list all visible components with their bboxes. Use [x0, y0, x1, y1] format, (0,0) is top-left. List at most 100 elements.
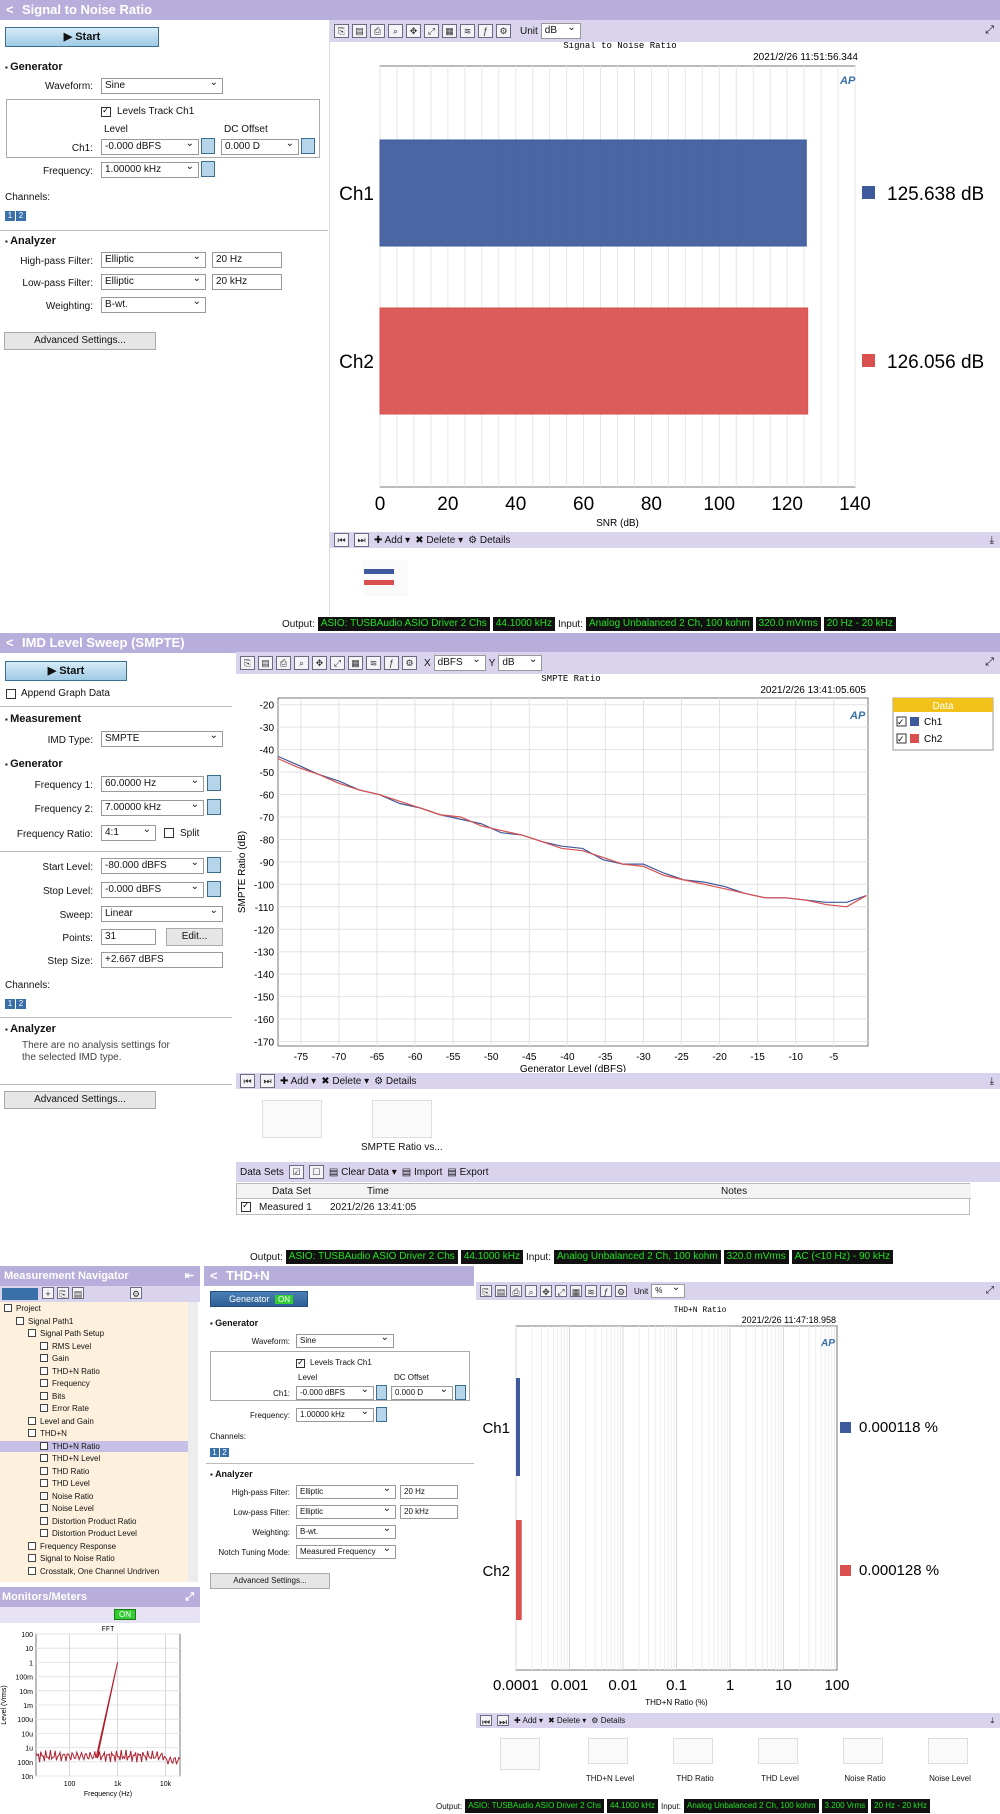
output-rate[interactable]: 44.1000 kHz: [607, 1799, 658, 1813]
nav-item[interactable]: Noise Level: [0, 1503, 188, 1514]
nav-item-checkbox[interactable]: [40, 1404, 48, 1412]
thdn-notch-select[interactable]: Measured Frequency: [296, 1543, 396, 1559]
fit-icon[interactable]: ⤢: [330, 656, 345, 670]
back-icon[interactable]: <: [6, 0, 14, 20]
imd-start-button[interactable]: ▶ Start: [5, 661, 127, 681]
zoom-icon[interactable]: ⌕: [294, 656, 309, 670]
gear-icon[interactable]: ⚙: [402, 656, 417, 670]
nav-item-checkbox[interactable]: [16, 1316, 24, 1325]
thdn-delete-button[interactable]: ✖ Delete ▾: [548, 1716, 586, 1725]
zoom-icon[interactable]: ⌕: [525, 1285, 537, 1297]
input-bandwidth[interactable]: AC (<10 Hz) - 90 kHz: [791, 1250, 894, 1264]
first-icon[interactable]: ⏮: [334, 533, 349, 547]
imd-edit-button[interactable]: Edit...: [166, 928, 223, 946]
back-icon[interactable]: <: [210, 1266, 218, 1286]
fit-icon[interactable]: ⤢: [424, 24, 439, 38]
snr-lp-value[interactable]: 20 kHz: [212, 274, 282, 290]
monitors-on-toggle[interactable]: ON: [114, 1609, 136, 1620]
thdn-lp-value[interactable]: 20 kHz: [400, 1505, 458, 1519]
input-device[interactable]: Analog Unbalanced 2 Ch, 100 kohm: [554, 1250, 721, 1264]
thdn-waveform-select[interactable]: Sine: [296, 1332, 394, 1348]
thdn-generator-toggle[interactable]: Generator ON: [210, 1291, 308, 1307]
dock-icon[interactable]: ⤓: [990, 1716, 994, 1726]
nav-item[interactable]: Signal to Noise Ratio: [0, 1553, 188, 1564]
nav-item-checkbox[interactable]: [40, 1454, 48, 1462]
nav-item-checkbox[interactable]: [40, 1479, 48, 1487]
output-device[interactable]: ASIO: TUSBAudio ASIO Driver 2 Chs: [465, 1799, 605, 1813]
imd-f1-spinner[interactable]: [207, 775, 221, 791]
nav-item-checkbox[interactable]: [28, 1329, 36, 1337]
expand-icon[interactable]: ⤢: [985, 656, 994, 669]
nav-item-checkbox[interactable]: [28, 1554, 36, 1562]
snr-lp-select[interactable]: Elliptic: [101, 272, 206, 290]
imd-y-unit-select[interactable]: dB: [498, 653, 543, 671]
nav-item-checkbox[interactable]: [40, 1516, 48, 1525]
imd-graph-thumbnail[interactable]: [372, 1100, 432, 1138]
copy-icon[interactable]: ⎘: [240, 656, 255, 670]
pan-icon[interactable]: ✥: [312, 656, 327, 670]
input-range[interactable]: 3.200 Vrms: [821, 1799, 869, 1813]
nav-item[interactable]: Noise Ratio: [0, 1491, 188, 1502]
function-icon[interactable]: ƒ: [478, 24, 493, 38]
copy-icon[interactable]: ⎘: [480, 1285, 492, 1297]
thdn-frequency-spinner[interactable]: [376, 1407, 387, 1422]
imd-channel-1-button[interactable]: 1: [5, 999, 15, 1009]
imd-start-level-spinner[interactable]: [207, 857, 221, 873]
snr-channel-1-button[interactable]: 1: [5, 211, 15, 221]
snr-ch1-level-spinner[interactable]: [201, 138, 215, 154]
dock-icon[interactable]: ⤓: [990, 535, 994, 546]
nav-item-checkbox[interactable]: [28, 1429, 36, 1437]
zoom-icon[interactable]: ⌕: [388, 24, 403, 38]
thdn-thumbnail[interactable]: [673, 1738, 713, 1764]
output-rate[interactable]: 44.1000 kHz: [460, 1250, 523, 1264]
nav-item[interactable]: RMS Level: [0, 1341, 188, 1352]
nav-item[interactable]: Distortion Product Level: [0, 1528, 188, 1539]
snr-dc-offset-select[interactable]: 0.000 D: [221, 137, 299, 155]
table-icon[interactable]: ▦: [570, 1285, 582, 1297]
input-range[interactable]: 320.0 mVrms: [755, 617, 821, 631]
imd-f2-select[interactable]: 7.00000 kHz: [101, 798, 204, 816]
imd-channel-2-button[interactable]: 2: [16, 999, 26, 1009]
input-device[interactable]: Analog Unbalanced 2 Ch, 100 kohm: [683, 1799, 819, 1813]
thdn-frequency-select[interactable]: 1.00000 kHz: [296, 1406, 374, 1422]
copy-icon[interactable]: ⎘: [57, 1287, 69, 1299]
thdn-thumbnail[interactable]: [758, 1738, 798, 1764]
nav-item-checkbox[interactable]: [40, 1504, 48, 1512]
snr-waveform-select[interactable]: Sine: [101, 76, 223, 94]
fit-icon[interactable]: ⤢: [555, 1285, 567, 1297]
save-icon[interactable]: ▤: [258, 656, 273, 670]
snr-ch1-level-select[interactable]: -0.000 dBFS: [101, 137, 199, 155]
table-icon[interactable]: ▦: [348, 656, 363, 670]
imd-step-field[interactable]: +2.667 dBFS: [101, 952, 223, 968]
snr-add-button[interactable]: ✚ Add ▾: [374, 535, 410, 546]
dock-icon[interactable]: ⤓: [990, 1076, 994, 1087]
row-checkbox[interactable]: [241, 1200, 251, 1212]
add-icon[interactable]: +: [42, 1287, 54, 1299]
nav-item[interactable]: THD+N Ratio: [0, 1440, 188, 1452]
thdn-advanced-settings-button[interactable]: Advanced Settings...: [210, 1573, 330, 1589]
thdn-hp-value[interactable]: 20 Hz: [400, 1485, 458, 1499]
nav-item[interactable]: THD+N Ratio: [0, 1366, 188, 1377]
function-icon[interactable]: ƒ: [384, 656, 399, 670]
expand-icon[interactable]: ⤢: [986, 1285, 994, 1296]
imd-stop-level-select[interactable]: -0.000 dBFS: [101, 880, 204, 898]
nav-item[interactable]: THD+N: [0, 1428, 188, 1439]
nav-item[interactable]: THD Level: [0, 1478, 188, 1489]
snr-frequency-spinner[interactable]: [201, 161, 215, 177]
print-icon[interactable]: ⎙: [276, 656, 291, 670]
thdn-thumbnail[interactable]: [928, 1738, 968, 1764]
thdn-ch1-level-spinner[interactable]: [376, 1385, 387, 1400]
output-device[interactable]: ASIO: TUSBAudio ASIO Driver 2 Chs: [285, 1250, 458, 1264]
imd-start-level-select[interactable]: -80.000 dBFS: [101, 856, 204, 874]
nav-item[interactable]: Bits: [0, 1391, 188, 1402]
thdn-weighting-select[interactable]: B-wt.: [296, 1523, 396, 1539]
next-icon[interactable]: ⏭: [497, 1715, 509, 1727]
thdn-ch1-level-select[interactable]: -0.000 dBFS: [296, 1384, 374, 1400]
snr-details-button[interactable]: ⚙ Details: [468, 535, 510, 546]
imd-type-select[interactable]: SMPTE: [101, 729, 223, 747]
nav-item-checkbox[interactable]: [40, 1529, 48, 1537]
nav-item-checkbox[interactable]: [40, 1379, 48, 1387]
output-rate[interactable]: 44.1000 kHz: [492, 617, 555, 631]
thdn-dc-offset-select[interactable]: 0.000 D: [391, 1384, 453, 1400]
first-icon[interactable]: ⏮: [480, 1715, 492, 1727]
